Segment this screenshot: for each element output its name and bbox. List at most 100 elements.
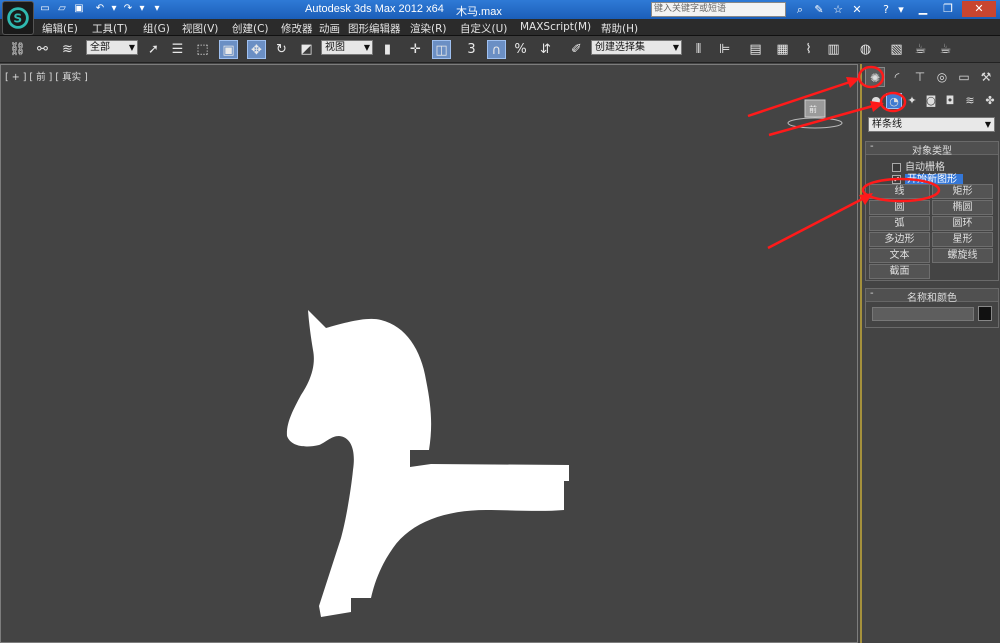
utilities-tab-icon[interactable]: ⚒	[976, 67, 996, 87]
start-new-shape-checkbox[interactable]: ✔ 开始新图形	[892, 170, 963, 185]
select-scale-icon[interactable]: ◩	[297, 40, 316, 59]
pivot-center-icon[interactable]: ▮	[378, 40, 397, 59]
reference-coord-value: 视图	[325, 42, 345, 53]
text-button[interactable]: 文本	[869, 248, 930, 263]
display-tab-icon[interactable]: ▭	[954, 67, 974, 87]
select-by-name-icon[interactable]: ☰	[168, 40, 187, 59]
menu-maxscript[interactable]: MAXScript(M)	[520, 21, 591, 33]
graphite-tools-icon[interactable]: ▦	[773, 40, 792, 59]
undo-dropdown-icon[interactable]: ▾	[107, 2, 121, 16]
keyboard-shortcut-override-icon[interactable]: ◫	[432, 40, 451, 59]
menu-rendering[interactable]: 渲染(R)	[410, 21, 447, 36]
arc-button[interactable]: 弧	[869, 216, 930, 231]
star-button[interactable]: 星形	[932, 232, 993, 247]
bind-space-warp-icon[interactable]: ≋	[58, 40, 77, 59]
tools-icon[interactable]: ✎	[811, 2, 827, 17]
window-crossing-icon[interactable]: ▣	[219, 40, 238, 59]
edit-named-selection-icon[interactable]: ✐	[567, 40, 586, 59]
geometry-subtab-icon[interactable]: ●	[868, 93, 884, 109]
close-search-icon[interactable]: ✕	[849, 2, 865, 17]
menu-customize[interactable]: 自定义(U)	[460, 21, 507, 36]
shapes-subtab-icon[interactable]: ◔	[886, 93, 902, 109]
helix-button[interactable]: 螺旋线	[932, 248, 993, 263]
lights-subtab-icon[interactable]: ✦	[904, 93, 920, 109]
select-manipulate-icon[interactable]: ✛	[406, 40, 425, 59]
viewcube-icon[interactable]: 前	[785, 95, 845, 131]
space-warps-subtab-icon[interactable]: ≋	[962, 93, 978, 109]
menu-modifiers[interactable]: 修改器	[281, 21, 313, 36]
unlink-icon[interactable]: ⚯	[33, 40, 52, 59]
select-move-icon[interactable]: ✥	[247, 40, 266, 59]
redo-dropdown-icon[interactable]: ▾	[135, 2, 149, 16]
rectangle-button[interactable]: 矩形	[932, 184, 993, 199]
menu-edit[interactable]: 编辑(E)	[42, 21, 78, 36]
systems-subtab-icon[interactable]: ✤	[982, 93, 998, 109]
select-rotate-icon[interactable]: ↻	[272, 40, 291, 59]
menu-tools[interactable]: 工具(T)	[92, 21, 128, 36]
hierarchy-tab-icon[interactable]: ⊤	[910, 67, 930, 87]
align-icon[interactable]: ⊫	[715, 40, 734, 59]
help-icon[interactable]: ?	[878, 2, 894, 17]
app-logo-icon[interactable]: S	[2, 1, 34, 35]
select-object-icon[interactable]: ➚	[144, 40, 163, 59]
object-name-field[interactable]	[872, 307, 974, 321]
help-dropdown-icon[interactable]: ▾	[893, 2, 909, 17]
object-color-swatch[interactable]	[978, 306, 992, 321]
modify-tab-icon[interactable]: ◜	[887, 67, 907, 87]
rectangular-selection-icon[interactable]: ⬚	[193, 40, 212, 59]
rocking-horse-shape[interactable]	[281, 310, 581, 630]
mirror-icon[interactable]: ⫴	[689, 40, 708, 59]
menu-group[interactable]: 组(G)	[143, 21, 170, 36]
open-file-icon[interactable]: ▱	[55, 2, 69, 16]
donut-button[interactable]: 圆环	[932, 216, 993, 231]
snaps-toggle-icon[interactable]: 3	[462, 40, 481, 59]
name-and-color-header[interactable]: - 名称和颜色	[866, 288, 998, 304]
circle-button[interactable]: 圆	[869, 200, 930, 215]
command-panel: ✺ ◜ ⊤ ◎ ▭ ⚒ ● ◔ ✦ ◙ ◘ ≋ ✤ 样条线 ▼ - 对象类型 自动…	[860, 64, 1000, 643]
schematic-view-icon[interactable]: ▥	[824, 40, 843, 59]
material-editor-icon[interactable]: ◍	[856, 40, 875, 59]
redo-icon[interactable]: ↷	[121, 2, 135, 16]
rendered-frame-icon[interactable]: ☕	[911, 40, 930, 59]
spinner-snap-icon[interactable]: ⇵	[536, 40, 555, 59]
create-tab-icon[interactable]: ✺	[865, 67, 885, 87]
shape-category-dropdown[interactable]: 样条线 ▼	[868, 117, 995, 132]
search-input[interactable]: 键入关键字或短语	[651, 2, 786, 17]
percent-snap-icon[interactable]: %	[511, 40, 530, 59]
helpers-subtab-icon[interactable]: ◘	[942, 93, 958, 109]
menu-help[interactable]: 帮助(H)	[601, 21, 638, 36]
line-button[interactable]: 线	[869, 184, 930, 199]
menu-animation[interactable]: 动画	[319, 21, 340, 36]
viewport-label[interactable]: [ + ] [ 前 ] [ 真实 ]	[5, 69, 88, 83]
star-icon[interactable]: ☆	[830, 2, 846, 17]
render-production-icon[interactable]: ☕	[936, 40, 955, 59]
close-icon[interactable]: ✕	[962, 1, 996, 17]
reference-coord-dropdown[interactable]: 视图 ▼	[321, 40, 373, 55]
curve-editor-icon[interactable]: ⌇	[799, 40, 818, 59]
quick-access-dropdown-icon[interactable]: ▾	[150, 2, 164, 16]
restore-icon[interactable]: ❐	[937, 1, 959, 17]
render-setup-icon[interactable]: ▧	[887, 40, 906, 59]
ngon-button[interactable]: 多边形	[869, 232, 930, 247]
undo-icon[interactable]: ↶	[93, 2, 107, 16]
binoculars-icon[interactable]: ⌕	[792, 2, 808, 17]
selection-filter-dropdown[interactable]: 全部 ▼	[86, 40, 138, 55]
menu-create[interactable]: 创建(C)	[232, 21, 269, 36]
menu-graph-editors[interactable]: 图形编辑器	[348, 21, 401, 36]
save-file-icon[interactable]: ▣	[72, 2, 86, 16]
autogrid-checkbox[interactable]: 自动栅格	[892, 158, 945, 173]
section-button[interactable]: 截面	[869, 264, 930, 279]
front-viewport[interactable]: [ + ] [ 前 ] [ 真实 ] 前	[0, 64, 858, 643]
title-bar: ▭ ▱ ▣ ↶ ▾ ↷ ▾ ▾ Autodesk 3ds Max 2012 x6…	[0, 0, 1000, 19]
new-file-icon[interactable]: ▭	[38, 2, 52, 16]
menu-views[interactable]: 视图(V)	[182, 21, 218, 36]
angle-snap-icon[interactable]: ∩	[487, 40, 506, 59]
minimize-icon[interactable]: ▁	[912, 1, 934, 17]
cameras-subtab-icon[interactable]: ◙	[923, 93, 939, 109]
named-selection-dropdown[interactable]: 创建选择集 ▼	[591, 40, 682, 55]
object-type-header[interactable]: - 对象类型	[866, 141, 998, 157]
ellipse-button[interactable]: 椭圆	[932, 200, 993, 215]
motion-tab-icon[interactable]: ◎	[932, 67, 952, 87]
link-icon[interactable]: ⛓	[8, 40, 27, 59]
layer-manager-icon[interactable]: ▤	[746, 40, 765, 59]
